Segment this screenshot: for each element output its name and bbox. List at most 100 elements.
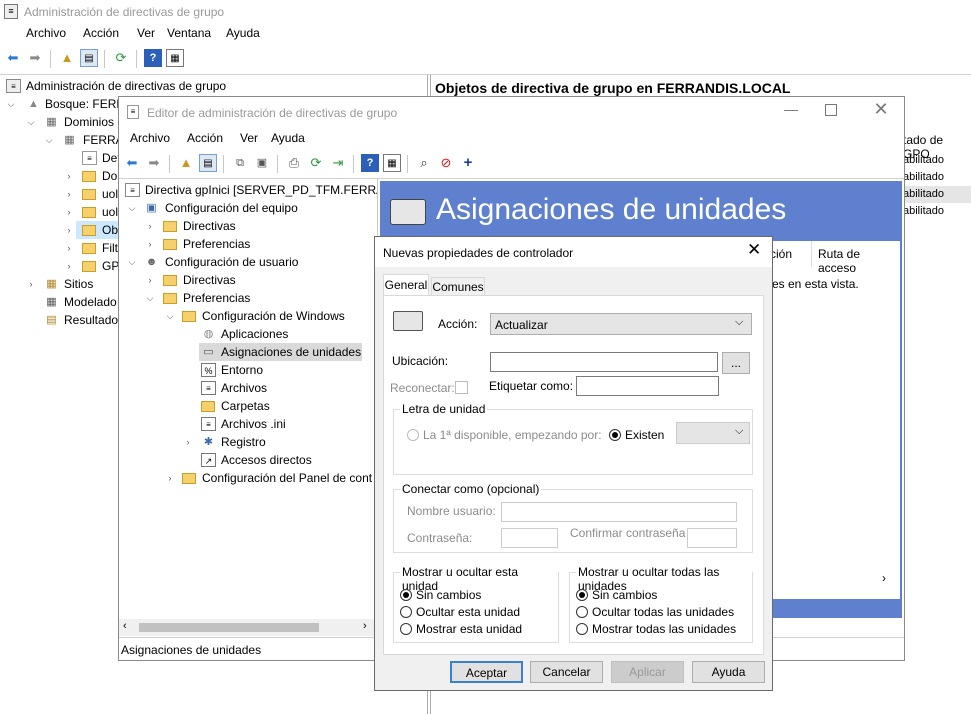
forward-arrow-icon[interactable]: ➡ [26, 49, 44, 67]
menu-archivo[interactable]: Archivo [26, 26, 66, 40]
collapse-chevron-icon[interactable]: ⌵ [127, 199, 137, 217]
scroll-thumb[interactable] [139, 623, 319, 632]
ok-button[interactable]: Aceptar [450, 661, 523, 683]
collapse-chevron-icon[interactable]: ⌵ [44, 131, 54, 149]
username-input[interactable] [501, 502, 737, 522]
label-as-input[interactable] [576, 376, 719, 396]
drive-map-banner-icon [390, 199, 426, 225]
forward-arrow-icon[interactable]: ➡ [145, 154, 163, 172]
right-row[interactable]: abilitado [903, 205, 944, 217]
paste-icon[interactable]: ▣ [253, 154, 271, 172]
scroll-right-icon[interactable]: › [363, 620, 367, 632]
right-row[interactable]: abilitado [896, 186, 971, 203]
existing-radio[interactable] [609, 429, 621, 441]
folder-icon [163, 293, 177, 304]
all-show-radio[interactable] [576, 623, 588, 635]
drive-no-change-radio[interactable] [400, 589, 412, 601]
right-header: Objetos de directiva de grupo en FERRAND… [435, 80, 791, 96]
show-hide-tree-icon[interactable]: ▤ [80, 49, 98, 67]
expand-chevron-icon[interactable]: › [64, 167, 74, 185]
tab-comunes[interactable]: Comunes [431, 277, 485, 296]
help-button[interactable]: Ayuda [692, 661, 765, 683]
properties-icon[interactable]: ▦ [383, 154, 401, 172]
cancel-button[interactable]: Cancelar [530, 661, 603, 683]
export-icon[interactable]: ⇥ [329, 154, 347, 172]
first-available-radio[interactable] [407, 429, 419, 441]
location-input[interactable] [490, 352, 718, 372]
all-hide-radio[interactable] [576, 606, 588, 618]
computer-icon: ▣ [146, 202, 157, 214]
editor-title: Editor de administración de directivas d… [147, 106, 398, 120]
reconnect-checkbox[interactable] [455, 381, 468, 394]
collapse-chevron-icon[interactable]: ⌵ [165, 307, 175, 325]
menu-ventana[interactable]: Ventana [167, 26, 211, 40]
right-row[interactable]: abilitado [903, 171, 944, 183]
add-icon[interactable]: + [459, 154, 477, 172]
print-icon[interactable]: ⎙ [285, 154, 303, 172]
browse-button[interactable]: ... [722, 352, 750, 374]
col-header-path[interactable]: Ruta de acceso [818, 247, 900, 275]
ou-folder-icon [82, 207, 96, 218]
scroll-left-icon[interactable]: ‹ [123, 620, 127, 632]
stop-icon[interactable]: ⊘ [437, 154, 455, 172]
expand-chevron-icon[interactable]: › [145, 235, 155, 253]
expand-chevron-icon[interactable]: › [64, 257, 74, 275]
menu-ver[interactable]: Ver [240, 131, 258, 145]
refresh-icon[interactable]: ⟳ [307, 154, 325, 172]
expand-chevron-icon[interactable]: › [64, 185, 74, 203]
menu-accion[interactable]: Acción [83, 26, 119, 40]
drive-show-radio[interactable] [400, 623, 412, 635]
menu-accion[interactable]: Acción [187, 131, 223, 145]
menu-ayuda[interactable]: Ayuda [226, 26, 260, 40]
up-folder-icon[interactable]: ▲ [177, 154, 195, 172]
existing-label: Existen [625, 428, 665, 442]
reconnect-label: Reconectar: [390, 381, 455, 395]
properties-icon[interactable]: ▦ [166, 49, 184, 67]
maximize-button[interactable] [825, 104, 837, 116]
tree-item-obj[interactable]: › Ob [68, 221, 121, 239]
expand-chevron-icon[interactable]: › [64, 239, 74, 257]
col-header-action[interactable]: ción [770, 247, 792, 261]
back-arrow-icon[interactable]: ⬅ [4, 49, 22, 67]
drive-hide-radio[interactable] [400, 606, 412, 618]
right-row[interactable]: abilitado [903, 154, 944, 166]
scroll-right-icon[interactable]: › [882, 571, 886, 585]
tab-general[interactable]: General [383, 274, 429, 296]
refresh-icon[interactable]: ⟳ [112, 49, 130, 67]
expand-chevron-icon[interactable]: › [165, 469, 175, 487]
all-no-change-radio[interactable] [576, 589, 588, 601]
password-input[interactable] [501, 528, 558, 548]
apply-button[interactable]: Aplicar [611, 661, 684, 683]
minimize-button[interactable]: — [779, 101, 803, 117]
collapse-chevron-icon[interactable]: ⌵ [145, 289, 155, 307]
dialog-title-bar: Nuevas propiedades de controlador ✕ [375, 237, 772, 267]
tree-horizontal-scrollbar[interactable]: ‹ › [119, 619, 377, 636]
collapse-chevron-icon[interactable]: ⌵ [6, 95, 16, 113]
gpo-link-icon: ≡ [82, 151, 97, 165]
expand-chevron-icon[interactable]: › [64, 221, 74, 239]
dialog-close-button[interactable]: ✕ [747, 240, 761, 260]
registry-icon: ✱ [203, 436, 214, 448]
expand-chevron-icon[interactable]: › [64, 203, 74, 221]
search-icon[interactable]: ⌕ [415, 154, 433, 172]
expand-chevron-icon[interactable]: › [145, 217, 155, 235]
menu-ayuda[interactable]: Ayuda [271, 131, 305, 145]
expand-chevron-icon[interactable]: › [183, 433, 193, 451]
up-folder-icon[interactable]: ▲ [58, 49, 76, 67]
close-button[interactable]: ✕ [871, 99, 891, 120]
help-icon[interactable]: ? [144, 49, 162, 67]
menu-ver[interactable]: Ver [137, 26, 155, 40]
help-icon[interactable]: ? [361, 154, 379, 172]
confirm-password-input[interactable] [687, 528, 737, 548]
expand-chevron-icon[interactable]: › [145, 271, 155, 289]
show-hide-tree-icon[interactable]: ▤ [199, 154, 217, 172]
expand-chevron-icon[interactable]: › [26, 275, 36, 293]
menu-archivo[interactable]: Archivo [130, 131, 170, 145]
collapse-chevron-icon[interactable]: ⌵ [127, 253, 137, 271]
back-arrow-icon[interactable]: ⬅ [123, 154, 141, 172]
tree-drive-maps[interactable]: ▭ Asignaciones de unidades [199, 343, 362, 361]
drive-letter-select[interactable]: ⌵ [676, 422, 750, 444]
copy-icon[interactable]: ⧉ [231, 154, 249, 172]
action-select[interactable]: Actualizar ⌵ [490, 313, 752, 335]
collapse-chevron-icon[interactable]: ⌵ [26, 113, 36, 131]
